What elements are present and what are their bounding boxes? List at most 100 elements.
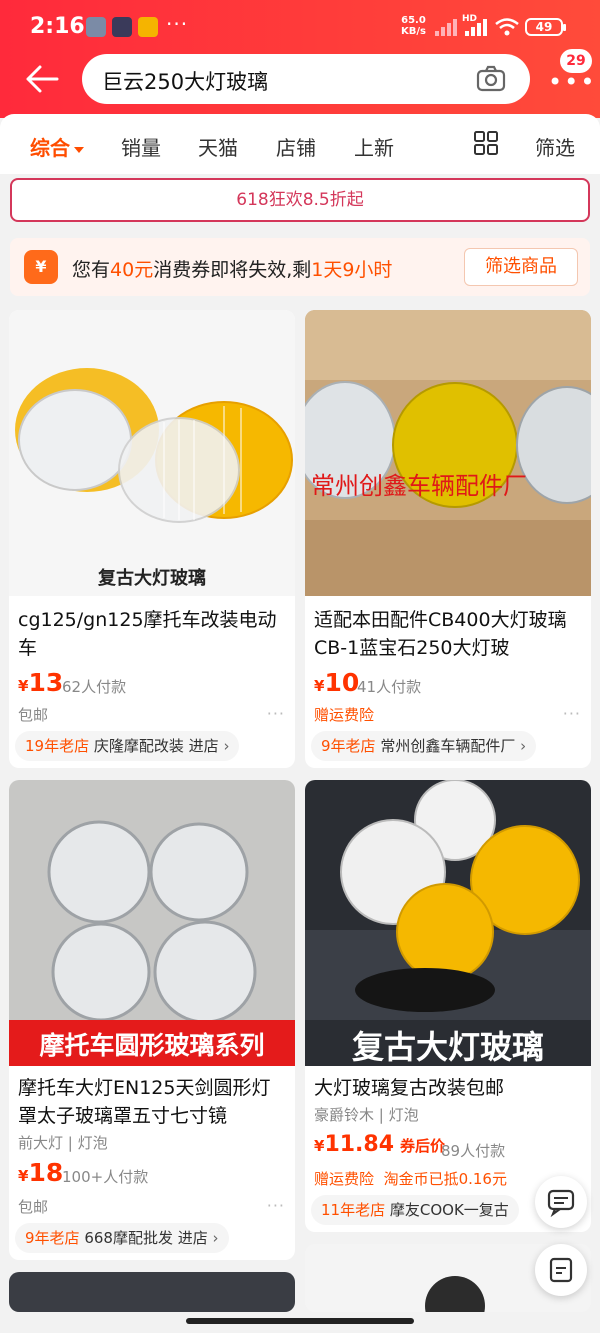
sort-tab-new[interactable]: 上新 (354, 132, 394, 161)
yen-symbol: ¥ (18, 1167, 29, 1185)
signal-icon-2 (465, 19, 487, 36)
image-caption: 摩托车圆形玻璃系列 (39, 1031, 265, 1060)
coupon-prefix: 您有 (72, 259, 111, 281)
camera-icon[interactable] (476, 65, 506, 93)
shop-age: 19年老店 (25, 737, 90, 755)
product-price: ¥11.84 券后价 (314, 1132, 445, 1157)
service-tag: 包邮 (18, 706, 49, 724)
grid-view-icon[interactable] (474, 131, 498, 155)
product-card[interactable]: 复古大灯玻璃 大灯玻璃复古改装包邮 豪爵铃木 | 灯泡 ¥11.84 券后价 89… (305, 780, 591, 1232)
product-price: ¥18 (18, 1158, 63, 1187)
header: 2:16 ··· 65.0 KB/s HD 49 巨云250大灯玻璃 ••• 2… (0, 0, 600, 118)
coupon-icon: ¥ (24, 250, 58, 284)
shop-name: 常州创鑫车辆配件厂 (380, 737, 516, 755)
more-options-icon[interactable]: ··· (267, 1196, 285, 1215)
coupon-price-tag: 券后价 (400, 1137, 446, 1155)
coin-discount-label: 淘金币已抵0.16元 (383, 1170, 507, 1188)
more-options-icon[interactable]: ··· (267, 704, 285, 723)
shop-name: 668摩配批发 (84, 1229, 173, 1247)
shop-name: 庆隆摩配改装 (93, 737, 184, 755)
status-time: 2:16 (30, 14, 85, 39)
signal-icon (435, 19, 457, 36)
sort-tab-comprehensive[interactable]: 综合 (30, 132, 84, 161)
network-speed: 65.0 KB/s (401, 15, 426, 37)
customer-service-button[interactable] (535, 1176, 587, 1228)
buyer-count: 100+人付款 (62, 1168, 149, 1186)
image-caption: 常州创鑫车辆配件厂 (311, 472, 527, 500)
back-arrow-icon[interactable] (24, 64, 60, 94)
image-caption: 复古大灯玻璃 (98, 568, 206, 589)
sort-tab-sales[interactable]: 销量 (121, 132, 161, 161)
product-title: 适配本田配件CB400大灯玻璃 CB-1蓝宝石250大灯玻 (314, 609, 567, 659)
wifi-icon (495, 18, 519, 36)
more-options-icon[interactable]: ··· (563, 704, 581, 723)
service-tag: 包邮 (18, 1198, 49, 1216)
shop-link[interactable]: 9年老店 常州创鑫车辆配件厂 › (311, 731, 537, 761)
price-value: 11.84 (324, 1132, 395, 1157)
enter-shop-label: 进店 (188, 737, 219, 755)
sort-tab-tmall[interactable]: 天猫 (198, 132, 238, 161)
feedback-button[interactable] (535, 1244, 587, 1296)
status-bar: 2:16 ··· 65.0 KB/s HD 49 (0, 0, 600, 52)
filter-products-button[interactable]: 筛选商品 (464, 248, 578, 286)
product-card[interactable]: 复古大灯玻璃 cg125/gn125摩托车改装电动车 ¥13 62人付款 包邮 … (9, 310, 295, 768)
coupon-notice: ¥ 您有40元消费券即将失效,剩1天9小时 筛选商品 (10, 238, 590, 296)
shop-age: 9年老店 (25, 1229, 80, 1247)
product-subtitle: 豪爵铃木 | 灯泡 (314, 1106, 419, 1124)
buyer-count: 89人付款 (441, 1142, 506, 1160)
shop-link[interactable]: 19年老店 庆隆摩配改装 进店 › (15, 731, 240, 761)
tools-app-icon (86, 17, 106, 37)
sort-tab-shops[interactable]: 店铺 (276, 132, 316, 161)
message-badge: 29 (560, 49, 592, 73)
chat-icon (547, 1189, 575, 1218)
yen-symbol: ¥ (18, 677, 29, 695)
buyer-count: 62人付款 (62, 678, 127, 696)
coupon-middle: 消费券即将失效,剩 (153, 259, 312, 281)
filter-button[interactable]: 筛选 (535, 132, 575, 161)
sort-tab-label: 综合 (30, 136, 70, 160)
chevron-right-icon: › (207, 1229, 219, 1247)
shop-age: 9年老店 (321, 737, 376, 755)
home-indicator[interactable] (186, 1318, 414, 1324)
product-image[interactable] (305, 310, 591, 596)
chevron-right-icon: › (515, 737, 527, 755)
product-card[interactable]: 常州创鑫车辆配件厂 适配本田配件CB400大灯玻璃 CB-1蓝宝石250大灯玻 … (305, 310, 591, 768)
edit-icon (549, 1257, 573, 1283)
shop-name: 摩友COOK一复古 (389, 1201, 509, 1219)
buyer-count: 41人付款 (357, 678, 422, 696)
notification-app-icon (138, 17, 158, 37)
yen-symbol: ¥ (314, 1137, 325, 1155)
enter-shop-label: 进店 (177, 1229, 208, 1247)
service-tag: 赠运费险 (314, 706, 375, 724)
coupon-amount: 40元 (110, 259, 154, 281)
shop-age: 11年老店 (321, 1201, 386, 1219)
search-bar[interactable]: 巨云250大灯玻璃 (82, 54, 530, 104)
sort-bar: 综合 销量 天猫 店铺 上新 (0, 114, 600, 174)
net-speed-unit: KB/s (401, 26, 426, 37)
product-image (425, 1276, 485, 1312)
battery-indicator: 49 (525, 18, 566, 36)
chevron-right-icon: › (218, 737, 230, 755)
k-app-icon (112, 17, 132, 37)
more-notifications-icon: ··· (166, 12, 189, 36)
product-subtitle: 前大灯 | 灯泡 (18, 1134, 108, 1152)
coupon-text: 您有40元消费券即将失效,剩1天9小时 (72, 255, 392, 282)
promo-banner[interactable]: 618狂欢8.5折起 (10, 178, 590, 222)
service-tag: 赠运费险 淘金币已抵0.16元 (314, 1168, 507, 1189)
product-card[interactable]: 摩托车圆形玻璃系列 摩托车大灯EN125天剑圆形灯罩太子玻璃罩五寸七寸镜 前大灯… (9, 780, 295, 1260)
shop-link[interactable]: 9年老店 668摩配批发 进店 › (15, 1223, 229, 1253)
product-card[interactable] (9, 1272, 295, 1312)
caret-down-icon (74, 146, 84, 153)
product-price: ¥13 (18, 668, 63, 697)
yen-symbol: ¥ (314, 677, 325, 695)
product-title: 摩托车大灯EN125天剑圆形灯罩太子玻璃罩五寸七寸镜 (18, 1077, 271, 1127)
price-value: 13 (28, 668, 64, 697)
shop-link[interactable]: 11年老店 摩友COOK一复古 (311, 1195, 519, 1225)
net-speed-value: 65.0 (401, 15, 426, 26)
search-input[interactable]: 巨云250大灯玻璃 (102, 66, 268, 96)
product-price: ¥10 (314, 668, 359, 697)
product-image[interactable] (9, 780, 295, 1066)
service-label: 赠运费险 (314, 1170, 375, 1188)
coupon-remaining: 1天9小时 (311, 259, 393, 281)
product-image[interactable] (9, 310, 295, 596)
